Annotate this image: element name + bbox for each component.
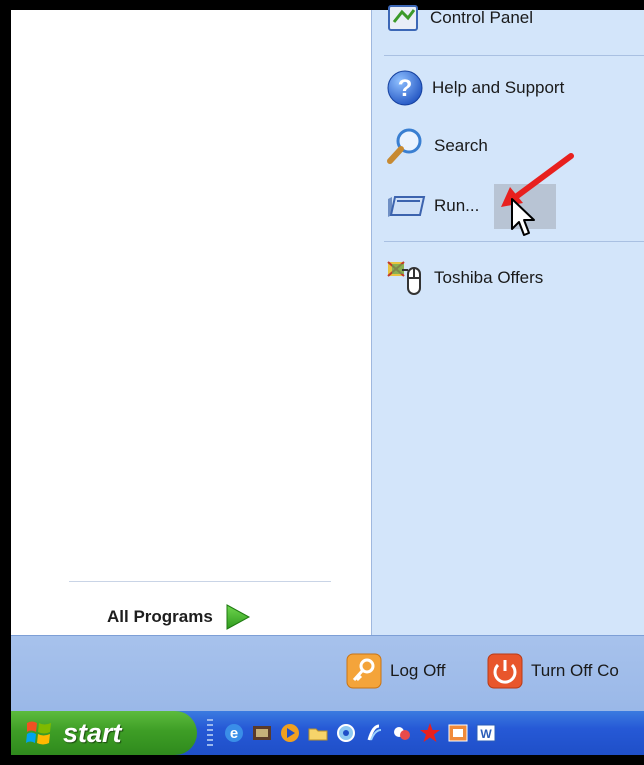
- start-menu-left-pane: All Programs: [11, 10, 371, 635]
- search-label: Search: [434, 136, 488, 155]
- log-off-label: Log Off: [390, 661, 446, 680]
- windows-logo-icon: [26, 721, 51, 745]
- internet-explorer-icon[interactable]: e: [223, 722, 245, 744]
- divider: [384, 241, 644, 242]
- start-button[interactable]: start: [11, 711, 197, 755]
- all-programs-button[interactable]: All Programs: [107, 603, 251, 631]
- media-player-icon[interactable]: [279, 722, 301, 744]
- log-off-button[interactable]: Log Off: [346, 652, 445, 690]
- toshiba-offers-item[interactable]: Toshiba Offers: [386, 258, 543, 298]
- search-icon: [387, 128, 422, 164]
- media-icon[interactable]: [251, 722, 273, 744]
- control-panel-item[interactable]: Control Panel: [386, 0, 533, 38]
- messenger-icon[interactable]: [391, 722, 413, 744]
- help-icon: ?: [387, 70, 423, 106]
- taskbar-grip[interactable]: [207, 719, 213, 747]
- run-label: Run...: [434, 196, 480, 215]
- divider: [69, 581, 331, 582]
- turn-off-computer-button[interactable]: Turn Off Co: [487, 652, 619, 690]
- taskbar: start e W: [11, 711, 644, 755]
- annotation-arrow: [501, 153, 574, 207]
- word-icon[interactable]: W: [475, 722, 497, 744]
- search-quick-icon[interactable]: [335, 722, 357, 744]
- toshiba-offers-label: Toshiba Offers: [434, 268, 544, 287]
- power-icon: [487, 653, 523, 689]
- start-label: start: [63, 717, 122, 748]
- svg-text:?: ?: [398, 75, 413, 102]
- divider: [384, 55, 644, 56]
- presentation-icon[interactable]: [447, 722, 469, 744]
- turn-off-label: Turn Off Co: [531, 661, 619, 680]
- app-icon[interactable]: [363, 722, 385, 744]
- run-icon: [388, 196, 426, 217]
- control-panel-label: Control Panel: [430, 8, 534, 27]
- start-menu-footer: Log Off Turn Off Co: [11, 635, 644, 711]
- help-and-support-label: Help and Support: [432, 78, 565, 97]
- all-programs-label: All Programs: [107, 607, 213, 626]
- svg-text:e: e: [230, 725, 238, 742]
- star-app-icon[interactable]: [419, 722, 441, 744]
- green-arrow-icon: [226, 604, 250, 630]
- folder-icon[interactable]: [307, 722, 329, 744]
- help-and-support-item[interactable]: ? Help and Support: [386, 68, 564, 108]
- search-item[interactable]: Search: [386, 126, 488, 166]
- mouse-cursor-icon: [511, 198, 535, 236]
- toshiba-offers-icon: [387, 261, 421, 295]
- control-panel-icon: [388, 5, 418, 31]
- run-item[interactable]: Run...: [386, 186, 479, 226]
- screen: All Programs Control Panel ? Help and Su…: [0, 0, 644, 765]
- key-icon: [346, 653, 382, 689]
- svg-text:W: W: [480, 727, 492, 741]
- start-menu-right-pane: Control Panel ? Help and Support Search: [371, 5, 644, 635]
